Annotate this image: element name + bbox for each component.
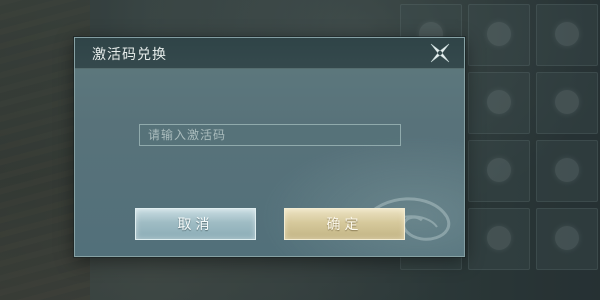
activation-code-dialog: 激活码兑换 取消 确定 xyxy=(74,37,465,257)
dialog-header: 激活码兑换 xyxy=(75,38,464,69)
game-scene: 激活码兑换 取消 确定 xyxy=(0,0,600,300)
close-button[interactable] xyxy=(428,41,452,65)
dialog-title: 激活码兑换 xyxy=(92,47,167,63)
confirm-button[interactable]: 确定 xyxy=(284,208,405,240)
cancel-button[interactable]: 取消 xyxy=(135,208,256,240)
close-x-icon xyxy=(430,43,450,63)
activation-code-input[interactable] xyxy=(139,124,401,146)
